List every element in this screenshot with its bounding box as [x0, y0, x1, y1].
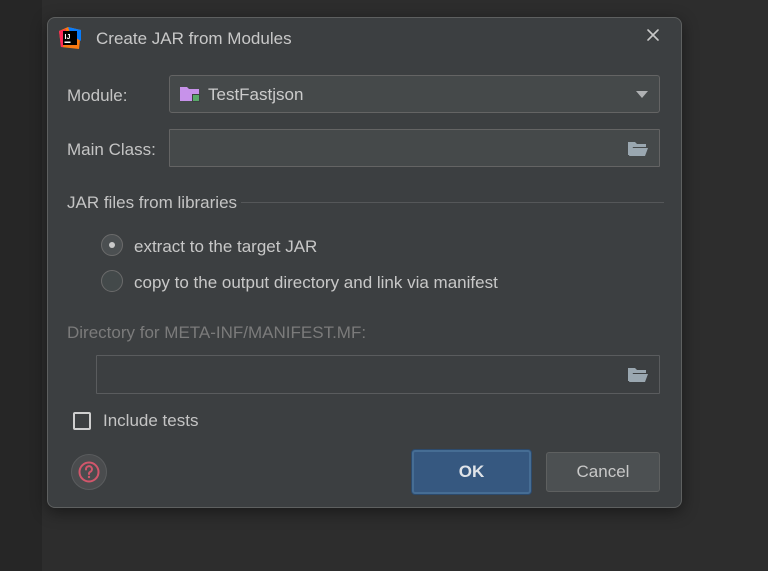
module-dropdown[interactable]: TestFastjson — [169, 75, 660, 113]
cancel-button[interactable]: Cancel — [546, 452, 660, 492]
help-button[interactable] — [71, 454, 107, 490]
svg-text:IJ: IJ — [65, 34, 71, 41]
module-value: TestFastjson — [208, 85, 304, 104]
chevron-down-icon[interactable] — [636, 91, 648, 98]
dialog-title: Create JAR from Modules — [96, 29, 292, 48]
intellij-idea-icon: IJ — [59, 27, 81, 49]
manifest-dir-input[interactable] — [97, 356, 659, 393]
section-divider — [241, 202, 664, 203]
radio-copy-link[interactable] — [101, 270, 123, 292]
ok-button[interactable]: OK — [412, 450, 531, 494]
open-folder-icon[interactable] — [627, 140, 649, 158]
manifest-dir-field — [96, 355, 660, 394]
module-label: Module: — [67, 86, 128, 105]
open-folder-icon[interactable] — [627, 366, 649, 384]
close-icon[interactable] — [644, 26, 662, 44]
include-tests-checkbox[interactable] — [73, 412, 91, 430]
main-class-field — [169, 129, 660, 167]
ide-background-gutter — [0, 0, 42, 571]
main-class-label: Main Class: — [67, 140, 156, 159]
radio-extract-label[interactable]: extract to the target JAR — [134, 237, 317, 257]
radio-extract[interactable] — [101, 234, 123, 256]
libraries-section-title: JAR files from libraries — [67, 193, 238, 212]
help-icon — [78, 461, 100, 483]
create-jar-dialog: IJ Create JAR from Modules Module: TestF… — [47, 17, 682, 508]
include-tests-label[interactable]: Include tests — [103, 411, 198, 431]
radio-copy-link-label[interactable]: copy to the output directory and link vi… — [134, 273, 498, 293]
main-class-input[interactable] — [170, 130, 659, 166]
module-folder-icon — [179, 85, 201, 103]
manifest-dir-label: Directory for META-INF/MANIFEST.MF: — [67, 323, 367, 342]
